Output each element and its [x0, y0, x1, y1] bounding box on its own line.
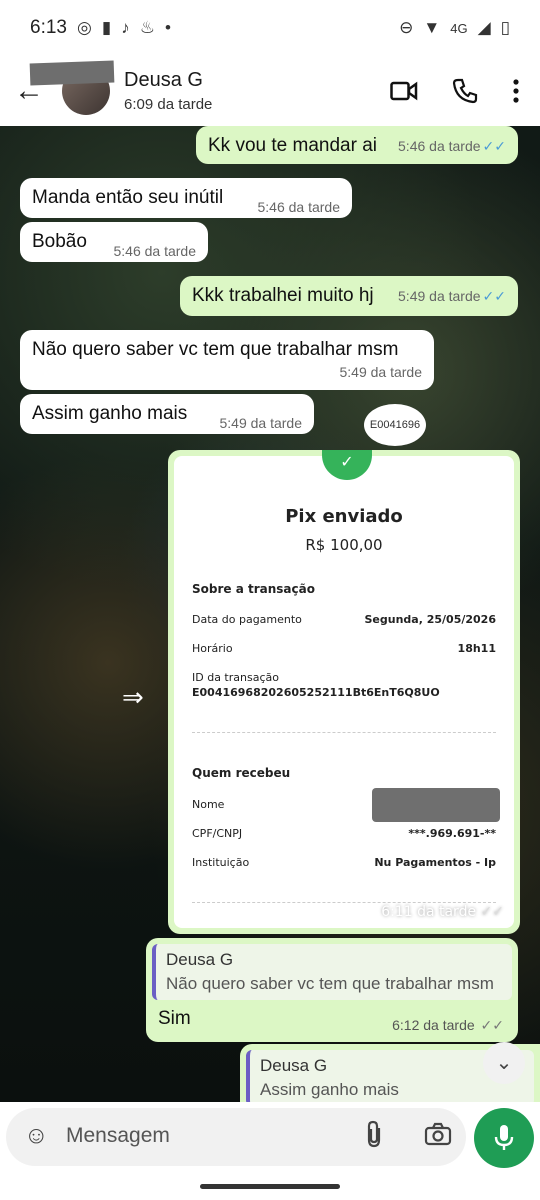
pix-hour-label: Horário [192, 642, 233, 655]
double-check-icon: ✓✓ [482, 288, 506, 304]
message-time-block: 6:12 da tarde ✓✓ [392, 1017, 504, 1034]
emoji-icon[interactable]: ☺ [24, 1122, 49, 1150]
attach-icon[interactable] [364, 1120, 384, 1155]
chat-area[interactable]: Kk vou te mandar ai 5:46 da tarde ✓✓ Mand… [0, 126, 540, 1102]
alert-icon: ▮ [101, 18, 112, 37]
network-label: 4G [450, 20, 468, 36]
scroll-down-button[interactable]: ⌄ [483, 1042, 525, 1084]
pix-hour-value: 18h11 [457, 642, 496, 655]
pix-date-label: Data do pagamento [192, 613, 302, 626]
quoted-text: Não quero saber vc tem que trabalhar msm [166, 974, 494, 993]
phone-call-icon[interactable] [452, 78, 478, 104]
check-icon: ✓ [322, 450, 372, 480]
pix-amount: R$ 100,00 [305, 536, 383, 554]
message-bubble[interactable]: Assim ganho mais 5:49 da tarde [20, 394, 314, 434]
dot-icon: • [164, 18, 171, 37]
message-text: Kk vou te mandar ai [208, 135, 377, 156]
input-bar: ☺ Mensagem [0, 1102, 540, 1200]
more-options-icon[interactable] [512, 79, 520, 103]
pix-name-label: Nome [192, 798, 225, 811]
quoted-text: Assim ganho mais [260, 1080, 399, 1099]
dnd-icon: ⊖ [399, 18, 414, 37]
pix-title: Pix enviado [285, 506, 403, 527]
pix-overflow-text: E0041696 [364, 404, 426, 446]
pix-date-value: Segunda, 25/05/2026 [364, 613, 497, 626]
message-bubble[interactable]: Kk vou te mandar ai 5:46 da tarde ✓✓ [196, 126, 518, 164]
name-redaction [372, 788, 500, 822]
contact-info[interactable]: Deusa G 6:09 da tarde [124, 69, 390, 113]
pix-divider [192, 732, 496, 733]
reply-message-bubble[interactable]: Deusa G Não quero saber vc tem que traba… [146, 938, 518, 1042]
status-time: 6:13 [30, 17, 67, 38]
message-bubble[interactable]: Kkk trabalhei muito hj 5:49 da tarde ✓✓ [180, 276, 518, 316]
message-time: 5:49 da tarde [398, 288, 481, 304]
video-call-icon[interactable] [390, 80, 418, 102]
message-time: 6:11 da tarde ✓✓ [381, 904, 504, 920]
message-time: 6:12 da tarde [392, 1017, 475, 1033]
message-time: 5:46 da tarde [113, 243, 196, 259]
microphone-icon [494, 1125, 514, 1150]
quoted-author: Deusa G [166, 950, 234, 969]
pix-divider [192, 902, 496, 903]
message-text: Manda então seu inútil [32, 187, 224, 208]
signal-icon: ◢ [477, 18, 491, 37]
status-bar: 6:13 ◎ ▮ ♪ ♨ • ⊖ ▼ 4G ◢ ▯ [0, 0, 540, 56]
double-check-icon: ✓✓ [480, 1017, 504, 1033]
pix-inst-value: Nu Pagamentos - Ip [374, 856, 496, 869]
pix-section-title: Quem recebeu [192, 766, 291, 780]
message-time: 5:49 da tarde [339, 364, 422, 380]
double-check-icon: ✓✓ [482, 138, 506, 154]
message-text: Kkk trabalhei muito hj [192, 285, 374, 306]
pix-cpf-label: CPF/CNPJ [192, 827, 243, 840]
quoted-message[interactable]: Deusa G Não quero saber vc tem que traba… [152, 944, 512, 1000]
pix-section-title: Sobre a transação [192, 582, 315, 596]
forward-icon[interactable]: ⇒ [122, 682, 144, 713]
message-time: 5:49 da tarde [219, 415, 302, 431]
tiktok-icon: ♪ [121, 18, 130, 37]
pix-receipt-image[interactable]: ✓ Pix enviado R$ 100,00 Sobre a transaçã… [168, 450, 520, 934]
message-time: 5:46 da tarde [398, 138, 481, 154]
pix-id-label: ID da transação [192, 671, 279, 684]
camera-icon[interactable] [424, 1122, 452, 1152]
battery-icon: ▯ [500, 18, 510, 37]
last-seen: 6:09 da tarde [124, 96, 213, 113]
chevron-double-down-icon: ⌄ [495, 1052, 513, 1074]
message-input[interactable]: ☺ Mensagem [6, 1108, 466, 1166]
message-bubble[interactable]: Bobão 5:46 da tarde [20, 222, 208, 262]
wifi-icon: ▼ [423, 18, 441, 37]
mic-button[interactable] [474, 1108, 534, 1168]
pix-receipt: ✓ Pix enviado R$ 100,00 Sobre a transaçã… [174, 450, 514, 928]
nav-gesture-handle[interactable] [200, 1184, 340, 1189]
message-text: Não quero saber vc tem que trabalhar msm [32, 339, 399, 360]
message-text: Assim ganho mais [32, 403, 188, 424]
message-text: Bobão [32, 231, 87, 252]
message-bubble[interactable]: Não quero saber vc tem que trabalhar msm… [20, 330, 434, 390]
message-time: 5:46 da tarde [257, 199, 340, 215]
whatsapp-icon: ◎ [76, 18, 92, 37]
avatar-redaction [29, 60, 115, 86]
pix-inst-label: Instituição [192, 856, 250, 869]
pix-time-text: 6:11 da tarde [381, 904, 477, 920]
pix-cpf-value: ***.969.691-** [408, 827, 496, 840]
tinder-icon: ♨ [139, 18, 155, 37]
pix-id-value: E00416968202605252111Bt6EnT6Q8UO [192, 686, 440, 699]
message-placeholder: Mensagem [66, 1124, 170, 1147]
contact-name: Deusa G [124, 69, 203, 91]
message-bubble[interactable]: Manda então seu inútil 5:46 da tarde [20, 178, 352, 218]
